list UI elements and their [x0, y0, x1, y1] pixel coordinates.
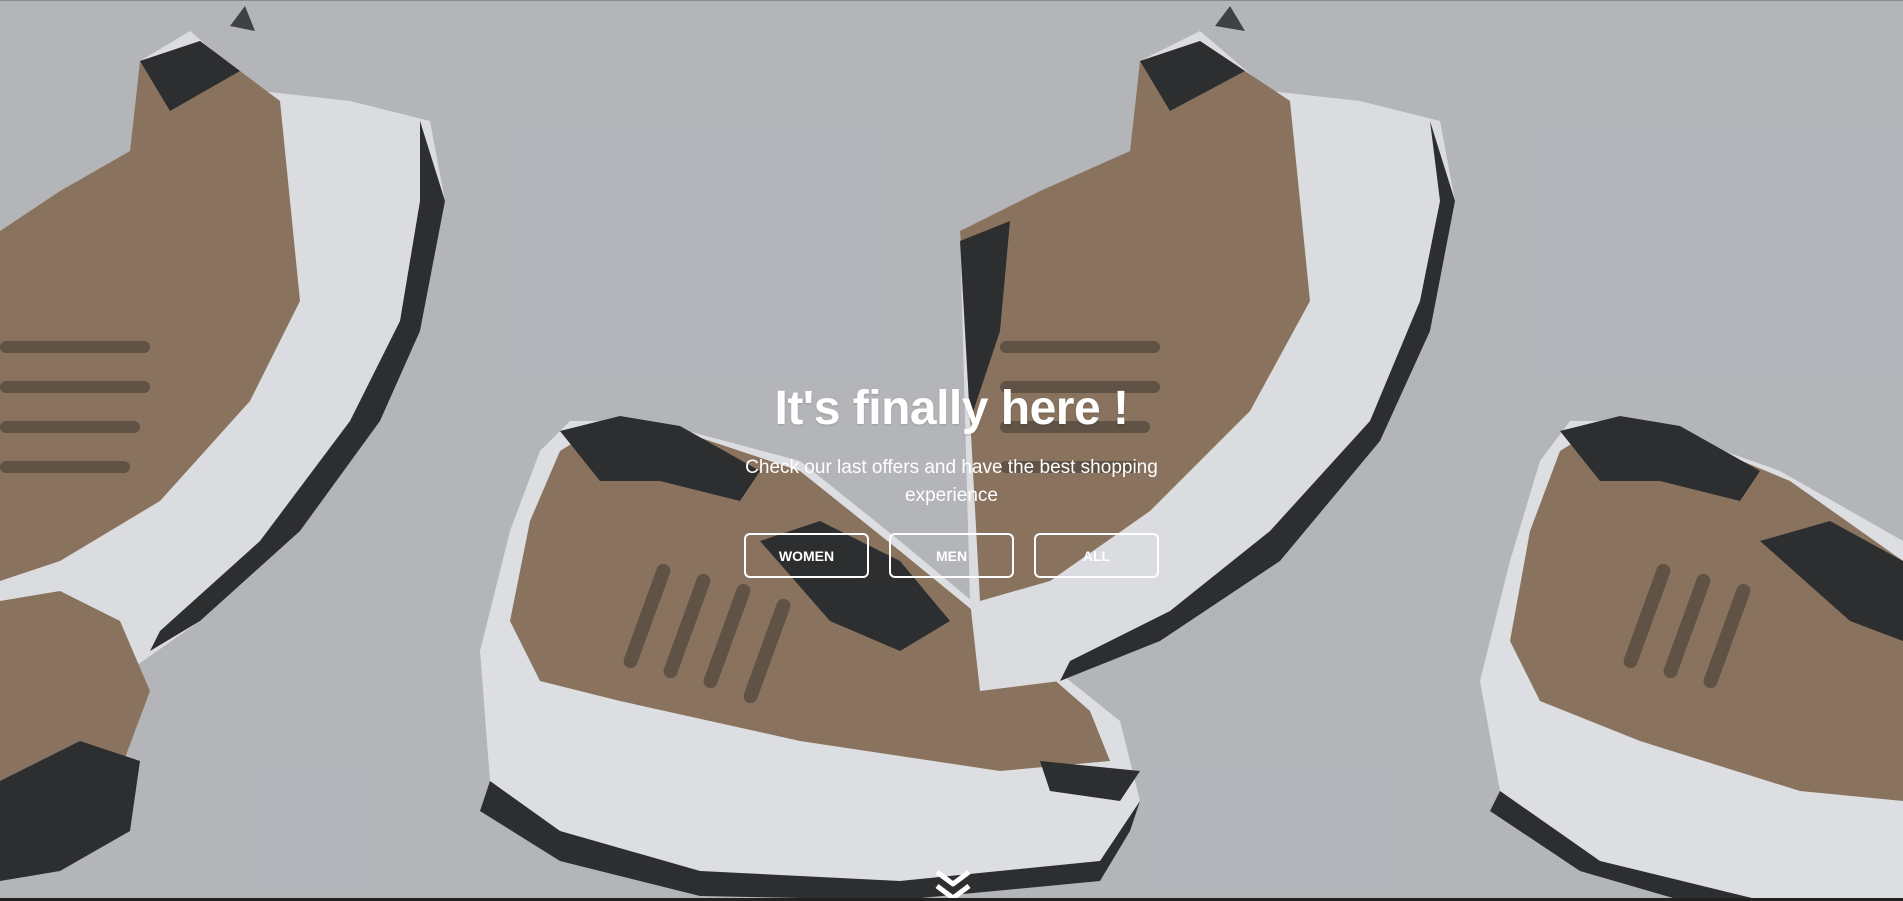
all-button[interactable]: ALL: [1034, 533, 1159, 578]
double-chevron-down-icon[interactable]: [933, 868, 973, 900]
men-button[interactable]: MEN: [889, 533, 1014, 578]
hero-subtitle: Check our last offers and have the best …: [745, 457, 1158, 506]
hero-title: It's finally here !: [774, 382, 1129, 435]
category-buttons: WOMEN MEN ALL: [0, 533, 1903, 578]
hero-content: It's finally here ! Check our last offer…: [0, 376, 1903, 578]
women-button[interactable]: WOMEN: [744, 533, 869, 578]
hero-section: It's finally here ! Check our last offer…: [0, 0, 1903, 900]
